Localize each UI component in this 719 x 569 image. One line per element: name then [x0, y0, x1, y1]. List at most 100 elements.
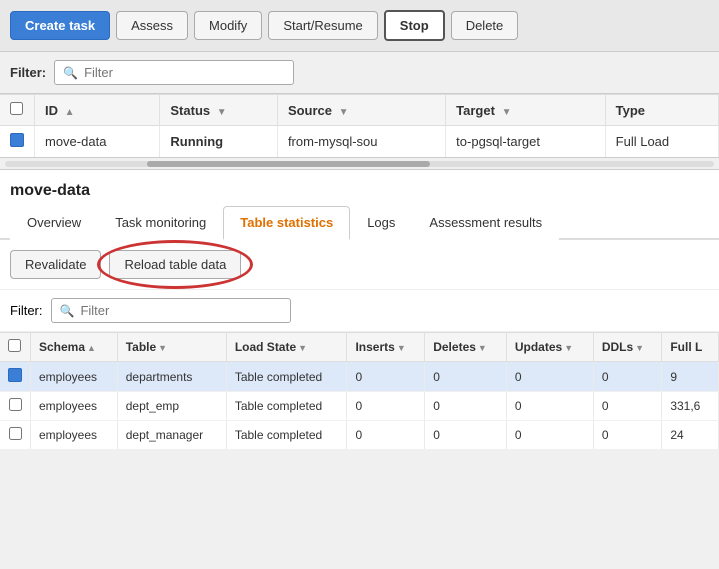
row-checkbox-cell[interactable]: [0, 126, 35, 158]
stats-schema: employees: [31, 421, 118, 450]
stats-col-full-l[interactable]: Full L: [662, 333, 719, 362]
stats-row-checkbox[interactable]: [9, 427, 22, 440]
assess-button[interactable]: Assess: [116, 11, 188, 40]
action-row: Revalidate Reload table data: [0, 240, 719, 289]
main-table-select-all[interactable]: [0, 95, 35, 126]
stats-updates: 0: [506, 421, 593, 450]
row-status: Running: [160, 126, 278, 158]
stats-full-l: 24: [662, 421, 719, 450]
stats-table-row[interactable]: employees dept_manager Table completed 0…: [0, 421, 719, 450]
main-table-header: ID ▲ Status ▼ Source ▼ Target ▼ Type: [0, 95, 719, 126]
stats-ddls: 0: [593, 392, 662, 421]
top-filter-input[interactable]: [84, 65, 285, 80]
stats-col-ddls[interactable]: DDLs▼: [593, 333, 662, 362]
stats-table-header: Schema▲Table▼Load State▼Inserts▼Deletes▼…: [0, 333, 719, 362]
sort-icon-2: ▼: [298, 343, 307, 353]
reload-btn-wrapper: Reload table data: [109, 250, 241, 279]
modify-button[interactable]: Modify: [194, 11, 262, 40]
stats-table-name: dept_emp: [117, 392, 226, 421]
top-filter-bar: Filter: 🔍: [0, 52, 719, 94]
tab-table-statistics[interactable]: Table statistics: [223, 206, 350, 240]
main-table-row[interactable]: move-data Running from-mysql-sou to-pgsq…: [0, 126, 719, 158]
row-source: from-mysql-sou: [277, 126, 445, 158]
revalidate-button[interactable]: Revalidate: [10, 250, 101, 279]
scrollbar-track: [5, 161, 714, 167]
stats-table-name: departments: [117, 362, 226, 392]
stats-table-row[interactable]: employees departments Table completed 0 …: [0, 362, 719, 392]
target-sort-icon: ▼: [502, 107, 512, 118]
sort-icon-6: ▼: [635, 343, 644, 353]
stats-row-checkbox-cell[interactable]: [0, 421, 31, 450]
stats-deletes: 0: [425, 362, 507, 392]
sort-icon-0: ▲: [87, 343, 96, 353]
stats-row-selected[interactable]: [8, 368, 22, 382]
main-table-col-source[interactable]: Source ▼: [277, 95, 445, 126]
stats-load-state: Table completed: [226, 362, 347, 392]
main-table-section: ID ▲ Status ▼ Source ▼ Target ▼ Type: [0, 94, 719, 158]
stats-select-all-checkbox[interactable]: [8, 339, 21, 352]
reload-table-data-button[interactable]: Reload table data: [109, 250, 241, 279]
stats-col-inserts[interactable]: Inserts▼: [347, 333, 425, 362]
stats-table-name: dept_manager: [117, 421, 226, 450]
create-task-button[interactable]: Create task: [10, 11, 110, 40]
stats-full-l: 9: [662, 362, 719, 392]
select-all-checkbox[interactable]: [10, 102, 23, 115]
stats-row-checkbox-cell[interactable]: [0, 392, 31, 421]
stats-inserts: 0: [347, 392, 425, 421]
stats-deletes: 0: [425, 421, 507, 450]
stats-select-all[interactable]: [0, 333, 31, 362]
bottom-filter-input[interactable]: [80, 303, 281, 318]
top-filter-input-wrapper: 🔍: [54, 60, 294, 85]
stats-row-checkbox-cell[interactable]: [0, 362, 31, 392]
row-selected-checkbox[interactable]: [10, 133, 24, 147]
bottom-filter-input-wrapper: 🔍: [51, 298, 291, 323]
delete-button[interactable]: Delete: [451, 11, 519, 40]
search-icon: 🔍: [63, 66, 78, 80]
stats-inserts: 0: [347, 362, 425, 392]
stats-ddls: 0: [593, 362, 662, 392]
scrollbar-thumb[interactable]: [147, 161, 431, 167]
stats-col-load-state[interactable]: Load State▼: [226, 333, 347, 362]
status-sort-icon: ▼: [217, 107, 227, 118]
stats-updates: 0: [506, 362, 593, 392]
stats-table-section: Schema▲Table▼Load State▼Inserts▼Deletes▼…: [0, 332, 719, 450]
toolbar: Create task Assess Modify Start/Resume S…: [0, 0, 719, 52]
main-table-col-type: Type: [605, 95, 718, 126]
row-id: move-data: [35, 126, 160, 158]
horizontal-scrollbar[interactable]: [0, 158, 719, 170]
stop-button[interactable]: Stop: [384, 10, 445, 41]
main-table-col-id[interactable]: ID ▲: [35, 95, 160, 126]
main-table: ID ▲ Status ▼ Source ▼ Target ▼ Type: [0, 94, 719, 157]
stats-table-body: employees departments Table completed 0 …: [0, 362, 719, 450]
row-target: to-pgsql-target: [446, 126, 605, 158]
stats-table: Schema▲Table▼Load State▼Inserts▼Deletes▼…: [0, 332, 719, 450]
stats-load-state: Table completed: [226, 421, 347, 450]
tab-task-monitoring[interactable]: Task monitoring: [98, 206, 223, 240]
bottom-filter-bar: Filter: 🔍: [0, 289, 719, 332]
tab-assessment-results[interactable]: Assessment results: [412, 206, 559, 240]
row-type: Full Load: [605, 126, 718, 158]
main-table-col-target[interactable]: Target ▼: [446, 95, 605, 126]
start-resume-button[interactable]: Start/Resume: [268, 11, 377, 40]
source-sort-icon: ▼: [339, 107, 349, 118]
detail-title: move-data: [0, 170, 719, 206]
sort-icon-3: ▼: [397, 343, 406, 353]
stats-inserts: 0: [347, 421, 425, 450]
stats-col-updates[interactable]: Updates▼: [506, 333, 593, 362]
stats-col-deletes[interactable]: Deletes▼: [425, 333, 507, 362]
stats-col-schema[interactable]: Schema▲: [31, 333, 118, 362]
bottom-search-icon: 🔍: [60, 304, 75, 318]
stats-schema: employees: [31, 362, 118, 392]
sort-icon-4: ▼: [478, 343, 487, 353]
stats-load-state: Table completed: [226, 392, 347, 421]
stats-updates: 0: [506, 392, 593, 421]
stats-col-table[interactable]: Table▼: [117, 333, 226, 362]
tab-overview[interactable]: Overview: [10, 206, 98, 240]
main-table-col-status[interactable]: Status ▼: [160, 95, 278, 126]
bottom-filter-label: Filter:: [10, 303, 43, 318]
stats-table-row[interactable]: employees dept_emp Table completed 0 0 0…: [0, 392, 719, 421]
stats-schema: employees: [31, 392, 118, 421]
stats-full-l: 331,6: [662, 392, 719, 421]
tab-logs[interactable]: Logs: [350, 206, 412, 240]
stats-row-checkbox[interactable]: [9, 398, 22, 411]
